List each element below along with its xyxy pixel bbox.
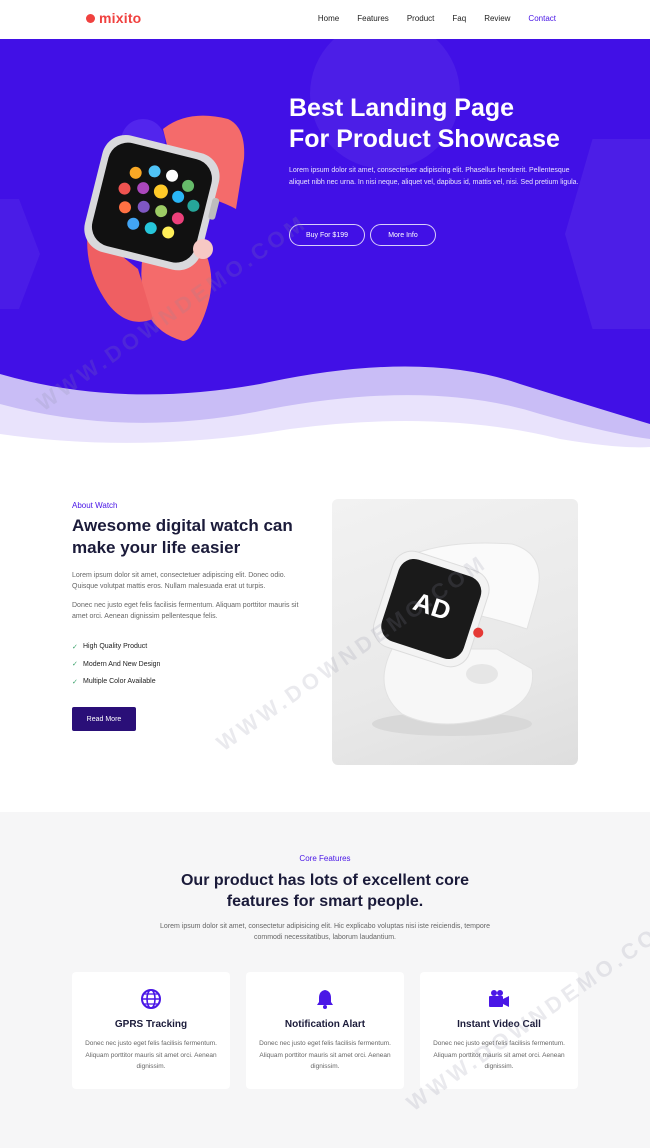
about-eyebrow: About Watch — [72, 501, 118, 510]
feature-card-video: Instant Video Call Donec nec justo eget … — [420, 972, 578, 1089]
white-smartwatch-illustration: AD — [372, 542, 540, 736]
features-title: Our product has lots of excellent core f… — [180, 872, 470, 910]
hero-title-line-2: For Product Showcase — [289, 125, 560, 153]
checklist-item: ✓ Multiple Color Available — [72, 678, 156, 686]
bell-icon — [246, 988, 404, 1010]
feature-card-title: GPRS Tracking — [114, 1019, 188, 1030]
buy-button[interactable]: Buy For $199 — [289, 224, 365, 246]
video-camera-icon — [420, 988, 578, 1010]
feature-card-gprs: GPRS Tracking Donec nec justo eget felis… — [72, 972, 230, 1089]
more-info-button[interactable]: More Info — [370, 224, 436, 246]
logo[interactable]: mixito — [86, 10, 141, 26]
nav-link-home[interactable]: Home — [318, 14, 339, 23]
features-section: Core Features Our product has lots of ex… — [0, 812, 650, 1148]
features-description: Lorem ipsum dolor sit amet, consectetur … — [160, 923, 490, 941]
nav-link-review[interactable]: Review — [484, 14, 510, 23]
feature-card-text: Donec nec justo eget felis facilisis fer… — [433, 1040, 565, 1070]
checklist-item: ✓ Modern And New Design — [72, 660, 161, 669]
about-title: Awesome digital watch can make your life… — [72, 516, 293, 557]
hero-wave-divider — [0, 366, 650, 449]
checklist-item: ✓ High Quality Product — [72, 643, 148, 651]
logo-mark-icon — [86, 13, 95, 23]
main-menu: Home Features Product Faq Review Contact — [300, 14, 556, 23]
checkmark-icon: ✓ — [72, 643, 78, 651]
checkmark-icon: ✓ — [72, 678, 78, 686]
nav-link-product[interactable]: Product — [407, 14, 435, 23]
hero-decor-hexagon-left — [0, 199, 40, 309]
hero-title: Best Landing Page For Product Showcase — [289, 93, 609, 155]
nav-link-faq[interactable]: Faq — [452, 14, 466, 23]
feature-card-notification: Notification Alart Donec nec justo eget … — [246, 972, 404, 1089]
feature-card-text: Donec nec justo eget felis facilisis fer… — [259, 1040, 391, 1070]
hero-title-line-1: Best Landing Page — [289, 94, 515, 122]
logo-text: mixito — [99, 10, 142, 26]
feature-checklist: ✓ High Quality Product ✓ Modern And New … — [72, 638, 160, 691]
nav-link-features[interactable]: Features — [357, 14, 389, 23]
hero-description: Lorem ipsum dolor sit amet, consectetuer… — [289, 167, 579, 186]
nav-link-contact[interactable]: Contact — [528, 14, 556, 23]
about-paragraph-1: Lorem ipsum dolor sit amet, consectetuer… — [72, 572, 286, 590]
feature-card-text: Donec nec justo eget felis facilisis fer… — [85, 1040, 217, 1070]
about-paragraph-2: Donec nec justo eget felis facilisis fer… — [72, 602, 299, 620]
globe-icon — [72, 988, 230, 1010]
hero-smartwatch-image — [84, 115, 245, 341]
read-more-button[interactable]: Read More — [72, 707, 136, 731]
top-navbar: mixito Home Features Product Faq Review … — [0, 0, 650, 39]
about-watch-image: AD — [332, 499, 578, 765]
checkmark-icon: ✓ — [72, 661, 78, 669]
feature-card-title: Instant Video Call — [457, 1019, 541, 1030]
feature-card-title: Notification Alart — [284, 1019, 366, 1030]
features-eyebrow: Core Features — [299, 854, 351, 863]
hero-section: Best Landing Page For Product Showcase L… — [0, 39, 650, 449]
